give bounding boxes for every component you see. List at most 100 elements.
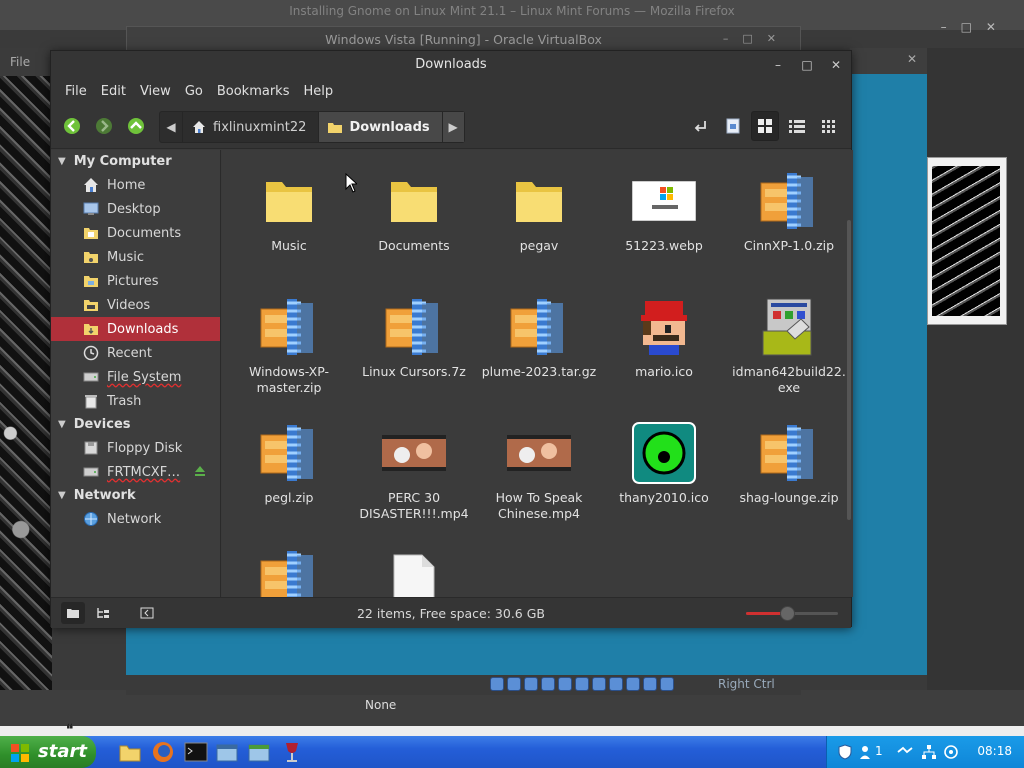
virtualbox-statusbar: Right Ctrl: [126, 675, 801, 695]
users-icon[interactable]: [859, 744, 875, 760]
sidebar: ▼ My Computer Home Desktop Documents Musi…: [51, 150, 221, 597]
toggle-location-button[interactable]: [687, 111, 715, 141]
maximize-button[interactable]: □: [798, 56, 816, 74]
firefox-menu-file[interactable]: File: [0, 48, 52, 76]
file-item[interactable]: Windows-XP-master.zip: [230, 294, 348, 396]
close-button[interactable]: ✕: [827, 56, 845, 74]
vm-display-icon[interactable]: [592, 677, 606, 691]
file-item[interactable]: [230, 546, 348, 597]
breadcrumb-downloads[interactable]: Downloads: [318, 112, 442, 142]
zip-archive-icon: [257, 420, 321, 486]
open-terminal-button[interactable]: [719, 111, 747, 141]
breadcrumb-home[interactable]: fixlinuxmint22: [182, 112, 318, 142]
sidebar-item-recent[interactable]: Recent: [51, 341, 220, 365]
menu-file[interactable]: File: [58, 79, 94, 105]
file-item[interactable]: pegl.zip: [230, 420, 348, 506]
sidebar-section-my-computer[interactable]: ▼ My Computer: [51, 150, 220, 173]
sidebar-item-pictures[interactable]: Pictures: [51, 269, 220, 293]
menu-go[interactable]: Go: [178, 79, 210, 105]
vm-network-icon[interactable]: [541, 677, 555, 691]
file-item[interactable]: plume-2023.tar.gz: [480, 294, 598, 380]
security-shield-icon[interactable]: [837, 744, 853, 760]
file-item[interactable]: CinnXP-1.0.zip: [730, 168, 848, 254]
firefox-content-right: [927, 48, 1024, 690]
network-tray-icon[interactable]: [921, 744, 937, 760]
file-name: Music: [271, 238, 307, 253]
breadcrumb-downloads-label: Downloads: [349, 119, 430, 135]
back-button[interactable]: [63, 117, 81, 135]
zip-archive-icon: [757, 168, 821, 234]
vm-recording-icon[interactable]: [609, 677, 623, 691]
sidebar-item-label: Pictures: [107, 273, 159, 289]
zoom-slider-handle[interactable]: [780, 606, 795, 621]
sidebar-section-devices[interactable]: ▼ Devices: [51, 413, 220, 436]
file-item[interactable]: Linux Cursors.7z: [355, 294, 473, 380]
vm-floppy-icon[interactable]: [524, 677, 538, 691]
up-button[interactable]: [127, 117, 145, 135]
breadcrumb-right-arrow[interactable]: ▶: [441, 112, 464, 142]
list-view-button[interactable]: [783, 111, 811, 141]
quicklaunch-firefox[interactable]: [151, 741, 175, 763]
sidebar-item-trash[interactable]: Trash: [51, 389, 220, 413]
vm-shared-folder-icon[interactable]: [575, 677, 589, 691]
tray-clock: 08:18: [977, 744, 1012, 758]
vm-storage-icon[interactable]: [490, 677, 504, 691]
breadcrumb-left-arrow[interactable]: ◀: [160, 112, 182, 142]
compact-view-button[interactable]: [815, 111, 843, 141]
quicklaunch-terminal[interactable]: [184, 741, 208, 763]
firefox-window-controls[interactable]: –□✕: [941, 20, 1010, 34]
sidebar-item-downloads[interactable]: Downloads: [51, 317, 220, 341]
sidebar-item-drive[interactable]: FRTMCXF…: [51, 460, 220, 484]
vm-keyboard-icon[interactable]: [660, 677, 674, 691]
sidebar-item-music[interactable]: Music: [51, 245, 220, 269]
quicklaunch-wine[interactable]: [280, 741, 304, 763]
sidebar-item-documents[interactable]: Documents: [51, 221, 220, 245]
sidebar-item-home[interactable]: Home: [51, 173, 220, 197]
vm-close-icon[interactable]: ✕: [907, 52, 917, 66]
file-item[interactable]: 51223.webp: [605, 168, 723, 254]
window-titlebar[interactable]: Downloads – □ ✕: [51, 51, 851, 79]
file-item[interactable]: Music: [230, 168, 348, 254]
sidebar-item-network[interactable]: Network: [51, 507, 220, 531]
vm-device-icons[interactable]: [490, 677, 674, 691]
minimize-button[interactable]: –: [769, 56, 787, 74]
forward-button[interactable]: [95, 117, 113, 135]
file-item[interactable]: thany2010.ico: [605, 420, 723, 506]
folder-icon: [507, 168, 571, 234]
vm-cpu-icon[interactable]: [626, 677, 640, 691]
zoom-slider[interactable]: [746, 606, 838, 621]
menu-help[interactable]: Help: [296, 79, 340, 105]
file-item[interactable]: shag-lounge.zip: [730, 420, 848, 506]
vm-optical-icon[interactable]: [507, 677, 521, 691]
file-item[interactable]: PERC 30 DISASTER!!!.mp4: [355, 420, 473, 522]
file-item[interactable]: [355, 546, 473, 597]
menu-bookmarks[interactable]: Bookmarks: [210, 79, 297, 105]
file-item[interactable]: Documents: [355, 168, 473, 254]
windows-taskbar: start 1 08:18: [0, 736, 1024, 768]
quicklaunch-explorer[interactable]: [118, 741, 142, 763]
file-item[interactable]: How To Speak Chinese.mp4: [480, 420, 598, 522]
start-button[interactable]: start: [0, 736, 96, 768]
file-item[interactable]: idman642build22.exe: [730, 294, 848, 396]
sidebar-item-videos[interactable]: Videos: [51, 293, 220, 317]
connection-icon[interactable]: [897, 744, 913, 760]
quicklaunch-app-1[interactable]: [215, 741, 239, 763]
tray-count: 1: [875, 744, 883, 758]
menu-view[interactable]: View: [133, 79, 178, 105]
volume-icon[interactable]: [943, 744, 959, 760]
virtualbox-window-controls[interactable]: –□✕: [723, 32, 790, 45]
sidebar-item-floppy-disk[interactable]: Floppy Disk: [51, 436, 220, 460]
zip-archive-icon: [257, 294, 321, 360]
eject-icon[interactable]: [194, 465, 206, 477]
menu-edit[interactable]: Edit: [94, 79, 133, 105]
vm-mouse-icon[interactable]: [643, 677, 657, 691]
sidebar-item-desktop[interactable]: Desktop: [51, 197, 220, 221]
vm-usb-icon[interactable]: [558, 677, 572, 691]
file-item[interactable]: pegav: [480, 168, 598, 254]
sidebar-item-file-system[interactable]: File System: [51, 365, 220, 389]
file-item[interactable]: mario.ico: [605, 294, 723, 380]
sidebar-section-network[interactable]: ▼ Network: [51, 484, 220, 507]
quicklaunch-app-2[interactable]: [247, 741, 271, 763]
compact-list-icon: [822, 120, 835, 133]
icon-view-button[interactable]: [751, 111, 779, 141]
